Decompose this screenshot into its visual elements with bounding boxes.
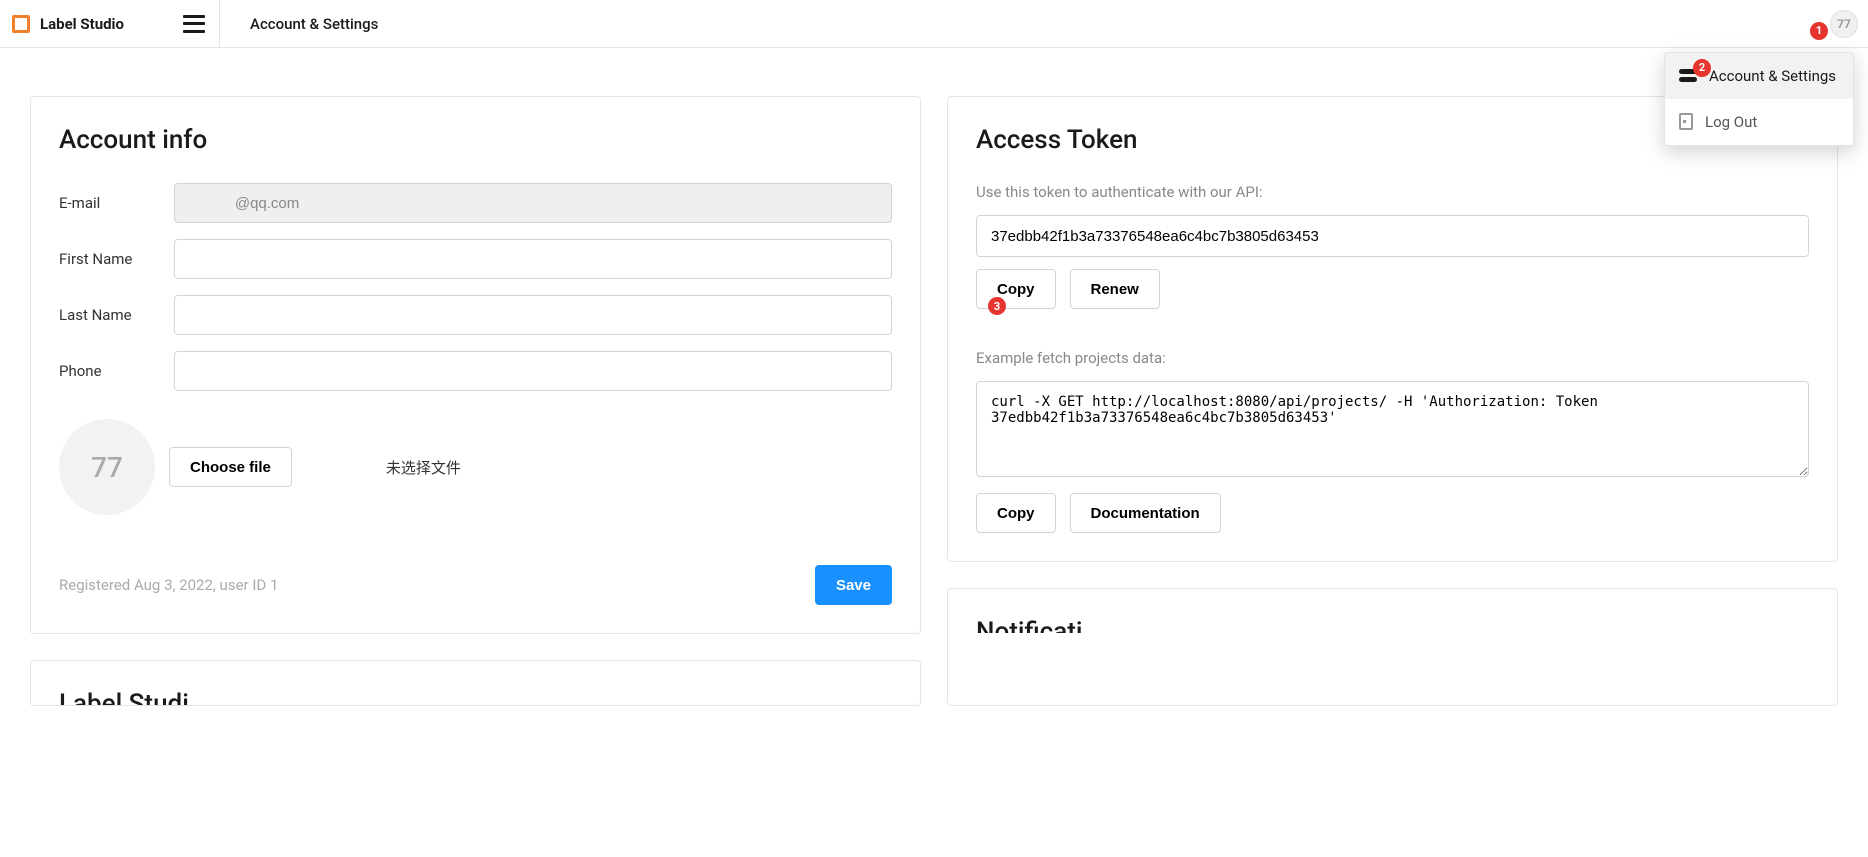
- field-label: Last Name: [59, 306, 174, 324]
- card-title: Account info: [59, 125, 892, 155]
- first-name-field[interactable]: [174, 239, 892, 279]
- avatar-initials: 77: [1837, 17, 1851, 31]
- helper-text: Use this token to authenticate with our …: [976, 183, 1809, 201]
- access-token-card: Access Token Use this token to authentic…: [947, 96, 1838, 562]
- avatar-large-initials: 77: [91, 451, 123, 484]
- example-buttons: Copy Documentation: [976, 493, 1809, 533]
- dropdown-item-label: Account & Settings: [1709, 67, 1836, 85]
- token-buttons: 3 Copy Renew: [976, 269, 1809, 309]
- left-column: Account info E-mail First Name Last Name…: [30, 96, 921, 732]
- example-label: Example fetch projects data:: [976, 349, 1809, 367]
- right-column: Access Token Use this token to authentic…: [947, 96, 1838, 732]
- notifications-card: Notificati: [947, 588, 1838, 706]
- avatar-row: 77 Choose file 未选择文件: [59, 419, 892, 515]
- avatar-large: 77: [59, 419, 155, 515]
- copy-curl-button[interactable]: Copy: [976, 493, 1056, 533]
- last-name-field[interactable]: [174, 295, 892, 335]
- form-row-first-name: First Name: [59, 239, 892, 279]
- dropdown-item-logout[interactable]: Log Out: [1665, 99, 1853, 145]
- card-footer: Registered Aug 3, 2022, user ID 1 Save: [59, 565, 892, 605]
- user-dropdown: 2 Account & Settings Log Out: [1664, 52, 1854, 146]
- account-info-card: Account info E-mail First Name Last Name…: [30, 96, 921, 634]
- annotation-2: 2: [1693, 59, 1711, 77]
- avatar[interactable]: 77: [1830, 10, 1858, 38]
- card-title: Label Studi: [59, 689, 892, 705]
- no-file-selected-label: 未选择文件: [386, 457, 461, 478]
- save-button[interactable]: Save: [815, 565, 892, 605]
- curl-example-field[interactable]: [976, 381, 1809, 477]
- documentation-button[interactable]: Documentation: [1070, 493, 1221, 533]
- form-row-phone: Phone: [59, 351, 892, 391]
- form-row-last-name: Last Name: [59, 295, 892, 335]
- card-title: Notificati: [976, 617, 1809, 633]
- email-field: [174, 183, 892, 223]
- field-label: Phone: [59, 362, 174, 380]
- label-studio-card: Label Studi: [30, 660, 921, 706]
- header-right: 1 77 2 Account & Settings Log Out: [1830, 10, 1858, 38]
- field-label: First Name: [59, 250, 174, 268]
- registered-text: Registered Aug 3, 2022, user ID 1: [59, 576, 278, 594]
- annotation-1: 1: [1810, 22, 1828, 40]
- dropdown-item-label: Log Out: [1705, 113, 1757, 131]
- token-field[interactable]: [976, 215, 1809, 257]
- header-left: Label Studio: [10, 0, 220, 47]
- page-title: Account & Settings: [250, 15, 378, 33]
- form-row-email: E-mail: [59, 183, 892, 223]
- logo-icon: [12, 15, 30, 33]
- logout-icon: [1679, 113, 1693, 130]
- dropdown-item-account-settings[interactable]: 2 Account & Settings: [1665, 53, 1853, 99]
- hamburger-icon[interactable]: [183, 15, 205, 33]
- renew-token-button[interactable]: Renew: [1070, 269, 1160, 309]
- choose-file-button[interactable]: Choose file: [169, 447, 292, 487]
- phone-field[interactable]: [174, 351, 892, 391]
- field-label: E-mail: [59, 194, 174, 212]
- app-name: Label Studio: [40, 15, 124, 33]
- app-header: Label Studio Account & Settings 1 77 2 A…: [0, 0, 1868, 48]
- main-content: Account info E-mail First Name Last Name…: [0, 48, 1868, 752]
- annotation-3: 3: [988, 297, 1006, 315]
